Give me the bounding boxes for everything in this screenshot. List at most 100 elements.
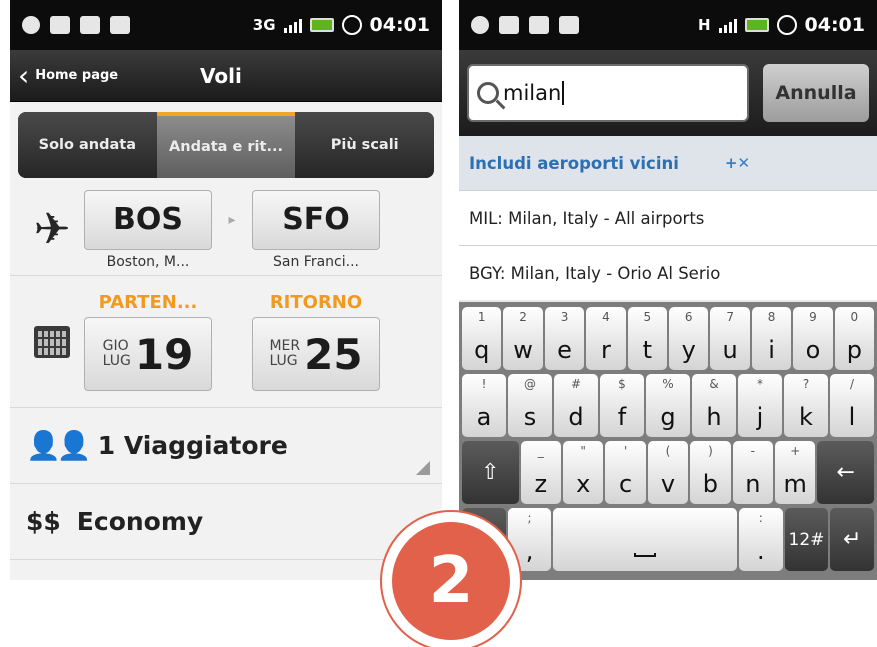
dollar-icon: $$ [26, 507, 61, 536]
key-secondary-label: # [570, 377, 582, 391]
key-r[interactable]: 4r [586, 307, 626, 370]
notification-icon [22, 16, 40, 34]
key-x[interactable]: " x [562, 441, 604, 504]
key-e[interactable]: 3e [544, 307, 585, 370]
include-nearby-airports[interactable]: Includi aeroporti vicini +✕ [459, 136, 877, 190]
cancel-button[interactable]: Annulla [763, 64, 869, 122]
android-icon [80, 16, 100, 34]
key-q[interactable]: 1q [462, 307, 502, 370]
key-i[interactable]: 8i [751, 307, 792, 370]
cabin-class-selector[interactable]: $$ Economy [10, 484, 442, 560]
departure-date: PARTEN... GIO LUG 19 [84, 292, 212, 391]
key-secondary-label: 5 [643, 310, 652, 324]
enter-icon: ↵ [842, 527, 862, 552]
list-item[interactable]: MIL: Milan, Italy - All airports [459, 190, 877, 245]
key-b[interactable]: ) b [690, 441, 731, 504]
key-label: r [600, 336, 611, 364]
key-v[interactable]: (v [647, 441, 689, 504]
people-icon: 👤👤 [26, 429, 92, 462]
backspace-icon: ← [836, 460, 855, 485]
key-label: u [722, 336, 738, 364]
key-m[interactable]: + m [775, 441, 816, 504]
return-date-button[interactable]: MER LUG 25 [252, 317, 380, 391]
key-backspace[interactable]: ← [817, 441, 874, 504]
keyboard-row-2: ! a @ s # d $ f% g & h * j? k / l [462, 374, 874, 437]
key-l[interactable]: / l [830, 374, 874, 437]
key-c[interactable]: ' c [605, 441, 646, 504]
key-g[interactable]: % g [646, 374, 690, 437]
departure-label: PARTEN... [98, 292, 198, 313]
title-bar: ‹ Home page Voli [10, 50, 442, 102]
key-enter[interactable]: ↵ [830, 508, 875, 571]
key-period[interactable]: :. [738, 508, 783, 571]
status-time: 04:01 [804, 14, 865, 36]
key-label: e [557, 336, 572, 364]
key-w[interactable]: 2w [503, 307, 543, 370]
key-o[interactable]: 9o [793, 307, 833, 370]
key-y[interactable]: 6y [669, 307, 709, 370]
signal-icon [718, 17, 737, 33]
travelers-selector[interactable]: 👤👤 1 Viaggiatore [10, 408, 442, 484]
departure-date-button[interactable]: GIO LUG 19 [84, 317, 212, 391]
key-t[interactable]: 5t [627, 307, 668, 370]
back-button[interactable]: ‹ Home page [10, 50, 118, 101]
key-a[interactable]: ! a [462, 374, 506, 437]
key-h[interactable]: & h [692, 374, 736, 437]
key-secondary-label: ) [708, 444, 713, 458]
key-label: z [534, 470, 548, 498]
tab-one-way[interactable]: Solo andata [18, 112, 157, 178]
calendar-icon [20, 325, 84, 358]
destination-airport-button[interactable]: SFO [252, 189, 380, 250]
key-s[interactable]: @ s [508, 374, 552, 437]
alarm-icon [776, 15, 797, 35]
key-secondary-label: 9 [809, 310, 817, 324]
key-d[interactable]: # d [554, 374, 598, 437]
key-label: f [617, 403, 627, 431]
travelers-label: 1 Viaggiatore [97, 431, 288, 460]
origin-airport-button[interactable]: BOS [84, 189, 212, 250]
key-label: k [799, 403, 813, 431]
key-symbols[interactable]: 12# [784, 508, 829, 571]
key-j[interactable]: * j [738, 374, 782, 437]
network-type: 3G [252, 16, 276, 34]
list-item[interactable]: BGY: Milan, Italy - Orio Al Serio [459, 245, 877, 300]
airport-search-screen: H 04:01 milan Annulla Includi aeroporti … [459, 0, 877, 580]
signal-icon [283, 17, 302, 33]
key-secondary-label: 8 [767, 310, 776, 324]
key-u[interactable]: 7u [710, 307, 750, 370]
key-secondary-label: 0 [850, 310, 859, 324]
key-f[interactable]: $ f [600, 374, 644, 437]
airplane-icon: ✈ [33, 204, 71, 255]
trip-type-tabs: Solo andata Andata e rit... Più scali [10, 102, 442, 184]
key-secondary-label: 4 [602, 310, 610, 324]
battery-icon [309, 18, 334, 32]
key-p[interactable]: 0p [834, 307, 875, 370]
key-label: s [523, 403, 537, 431]
nearby-toggle-icon[interactable]: +✕ [725, 154, 750, 172]
page-title: Voli [200, 63, 242, 88]
key-n[interactable]: -n [732, 441, 774, 504]
key-secondary-label: _ [537, 444, 544, 458]
cabin-class-label: Economy [76, 507, 204, 536]
tab-round-trip[interactable]: Andata e rit... [156, 112, 296, 178]
android-icon [529, 16, 549, 34]
return-day: 25 [304, 329, 363, 379]
tab-multi-city[interactable]: Più scali [295, 112, 434, 178]
step-number: 2 [392, 522, 510, 640]
airport-search-input[interactable]: milan [467, 64, 749, 122]
keyboard-row-4: ;, :. 12# ↵ [462, 508, 875, 571]
key-k[interactable]: ? k [784, 374, 828, 437]
key-secondary-label: ? [802, 377, 810, 391]
return-date: RITORNO MER LUG 25 [252, 292, 380, 391]
key-z[interactable]: _ z [520, 441, 561, 504]
network-type: H [697, 16, 711, 34]
key-label: w [513, 336, 533, 364]
key-secondary-label: 6 [684, 310, 693, 324]
notification-icons [471, 16, 579, 34]
chevron-left-icon: ‹ [18, 58, 30, 92]
search-value: milan [503, 81, 562, 105]
key-shift[interactable]: ⇧ [462, 441, 519, 504]
return-label: RITORNO [269, 292, 363, 313]
key-space[interactable] [553, 508, 737, 571]
arrow-right-icon: ▸ [228, 211, 236, 228]
